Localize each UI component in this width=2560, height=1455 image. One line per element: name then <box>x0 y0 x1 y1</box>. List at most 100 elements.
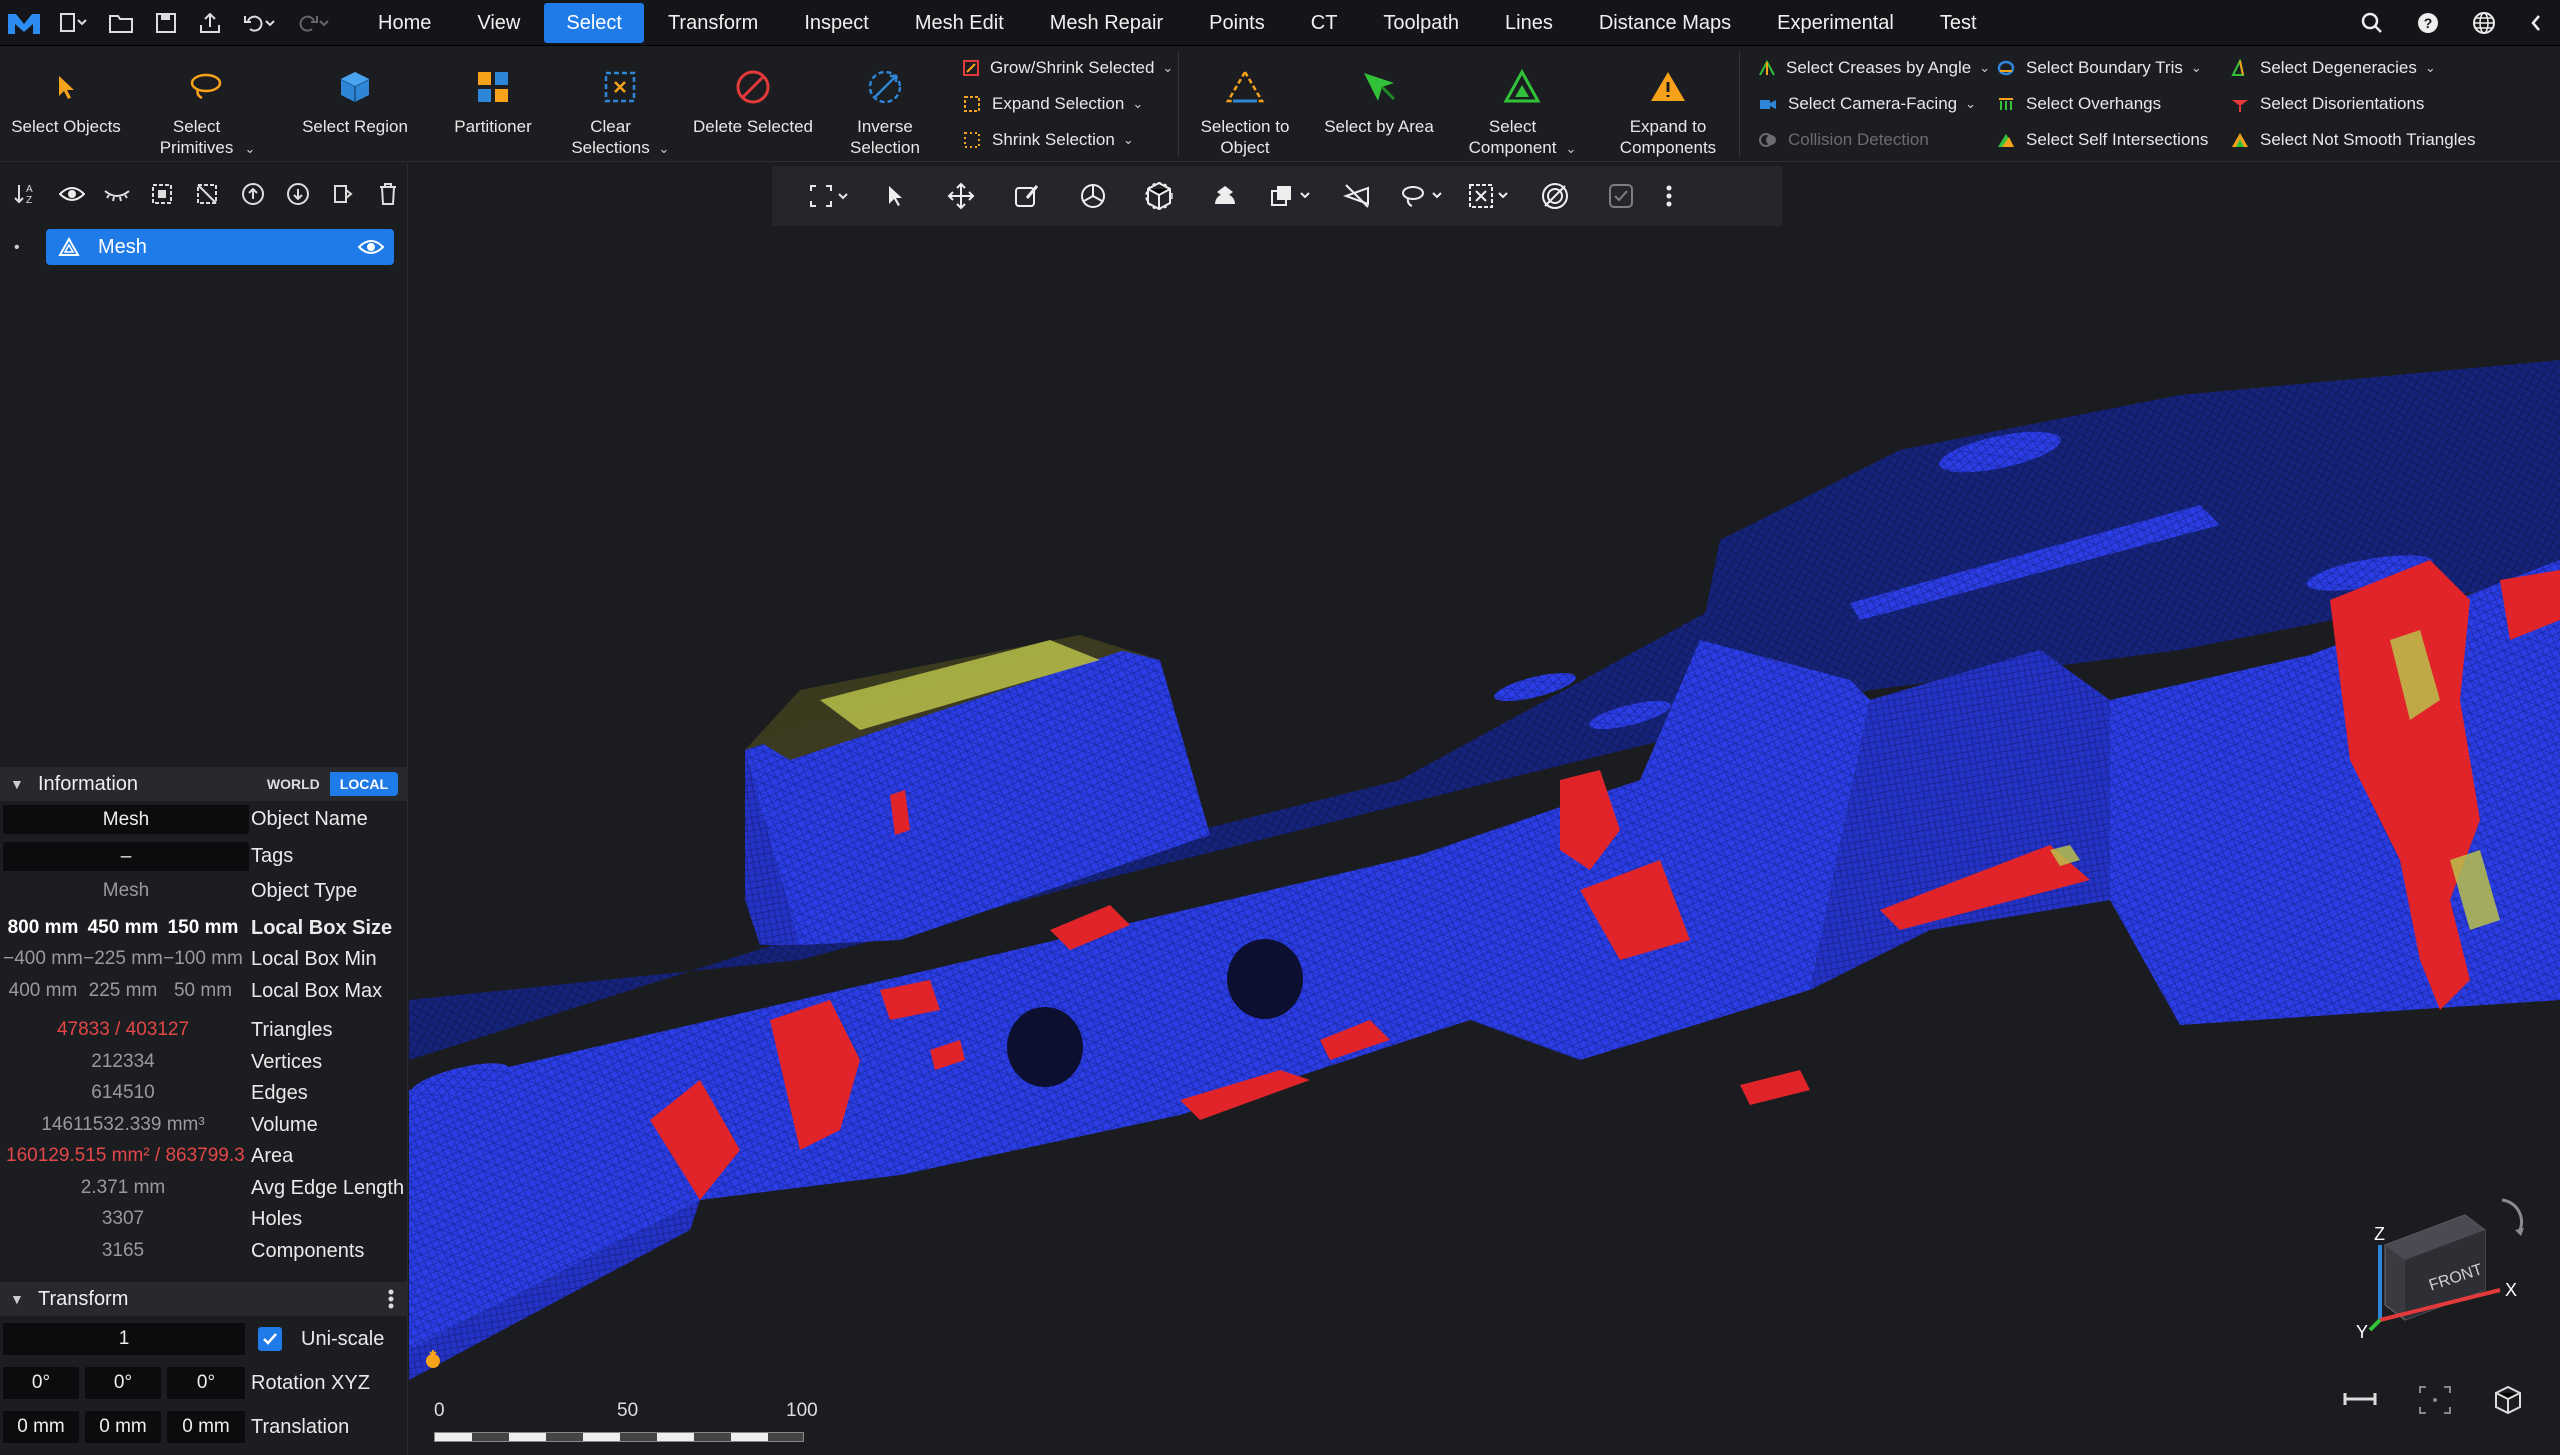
notification-bug-icon[interactable] <box>423 1348 443 1370</box>
selection-to-object-button[interactable]: Selection to Object <box>1179 46 1311 162</box>
rotation-x-input[interactable]: 0° <box>3 1367 79 1399</box>
select-cursor-icon[interactable] <box>862 166 928 226</box>
clear-selections-button[interactable]: Clear Selections ⌄ <box>556 46 684 162</box>
information-header[interactable]: ▼ Information WORLD LOCAL <box>0 767 408 801</box>
uniscale-checkbox[interactable] <box>258 1327 282 1351</box>
select-degeneracies-button[interactable]: Select Degeneracies ⌄ <box>2230 50 2484 86</box>
shrink-selection-button[interactable]: Shrink Selection ⌄ <box>962 122 1172 158</box>
tab-test[interactable]: Test <box>1918 3 1999 43</box>
box-deselect-icon[interactable] <box>1456 166 1522 226</box>
fit-view-icon[interactable] <box>796 166 862 226</box>
select-boundary-tris-button[interactable]: Select Boundary Tris ⌄ <box>1996 50 2214 86</box>
expand-to-components-button[interactable]: Expand to Components <box>1597 46 1739 162</box>
3d-viewport[interactable]: 0 50 100 <box>409 163 2560 1455</box>
tab-mesh-repair[interactable]: Mesh Repair <box>1028 3 1185 43</box>
eye-closed-icon[interactable] <box>98 175 135 213</box>
tab-lines[interactable]: Lines <box>1483 3 1575 43</box>
disorientation-icon <box>2230 94 2250 114</box>
transform-header[interactable]: ▼ Transform <box>0 1282 408 1316</box>
select-region-button[interactable]: Select Region <box>280 46 430 162</box>
world-toggle[interactable]: WORLD <box>256 772 330 796</box>
rotation-y-input[interactable]: 0° <box>85 1367 161 1399</box>
orientation-gizmo[interactable]: FRONT Z X Y <box>2350 1190 2540 1342</box>
camera-view-icon[interactable] <box>1192 166 1258 226</box>
collapse-chevron-icon[interactable] <box>2512 0 2560 46</box>
partitioner-button[interactable]: Partitioner <box>430 46 556 162</box>
tab-distance-maps[interactable]: Distance Maps <box>1577 3 1753 43</box>
trash-icon[interactable] <box>370 175 407 213</box>
tab-view[interactable]: View <box>455 3 542 43</box>
collision-detection-button[interactable]: Collision Detection <box>1758 122 1984 158</box>
translation-z-input[interactable]: 0 mm <box>167 1411 245 1443</box>
more-options-icon[interactable] <box>388 1288 394 1310</box>
select-component-button[interactable]: Select Component ⌄ <box>1447 46 1597 162</box>
select-camera-facing-button[interactable]: Select Camera-Facing ⌄ <box>1758 86 1984 122</box>
chevron-down-icon: ▼ <box>10 776 24 792</box>
delete-selected-button[interactable]: Delete Selected <box>684 46 822 162</box>
hide-faces-icon[interactable] <box>1324 166 1390 226</box>
expand-selection-button[interactable]: Expand Selection ⌄ <box>962 86 1172 122</box>
tab-toolpath[interactable]: Toolpath <box>1361 3 1481 43</box>
deselect-all-icon[interactable] <box>189 175 226 213</box>
tab-select[interactable]: Select <box>544 2 644 43</box>
translation-y-input[interactable]: 0 mm <box>85 1411 161 1443</box>
tab-inspect[interactable]: Inspect <box>782 3 890 43</box>
select-self-intersections-button[interactable]: Select Self Intersections <box>1996 122 2214 158</box>
tab-transform[interactable]: Transform <box>646 3 780 43</box>
select-objects-button[interactable]: Select Objects <box>0 46 132 162</box>
app-logo[interactable] <box>0 0 48 46</box>
save-icon[interactable] <box>144 0 188 46</box>
select-overhangs-button[interactable]: Select Overhangs <box>1996 86 2214 122</box>
move-up-icon[interactable] <box>234 175 271 213</box>
select-all-icon[interactable] <box>144 175 181 213</box>
tree-item-mesh[interactable]: Mesh <box>46 229 394 265</box>
svg-text:?: ? <box>2424 15 2433 31</box>
translation-x-input[interactable]: 0 mm <box>3 1411 79 1443</box>
local-toggle[interactable]: LOCAL <box>329 772 398 796</box>
tab-home[interactable]: Home <box>356 3 453 43</box>
globe-icon[interactable] <box>2456 0 2512 46</box>
undo-icon[interactable] <box>232 0 286 46</box>
select-disorientations-button[interactable]: Select Disorientations <box>2230 86 2484 122</box>
lasso-select-icon[interactable] <box>1390 166 1456 226</box>
select-primitives-button[interactable]: Select Primitives ⌄ <box>132 46 280 162</box>
spin-icon[interactable] <box>1126 166 1192 226</box>
rotation-z-input[interactable]: 0° <box>167 1367 245 1399</box>
visibility-eye-icon[interactable] <box>358 237 384 257</box>
rotate-icon[interactable] <box>1060 166 1126 226</box>
select-not-smooth-button[interactable]: Select Not Smooth Triangles <box>2230 122 2484 158</box>
tags-input[interactable]: – <box>3 841 249 871</box>
open-folder-icon[interactable] <box>98 0 144 46</box>
paint-select-icon[interactable] <box>994 166 1060 226</box>
move-down-icon[interactable] <box>279 175 316 213</box>
select-by-area-button[interactable]: Select by Area <box>1311 46 1447 162</box>
search-icon[interactable] <box>2344 0 2400 46</box>
redo-icon[interactable] <box>286 0 340 46</box>
mesh-render <box>409 360 2560 1380</box>
scale-input[interactable]: 1 <box>3 1323 245 1355</box>
view-cube-icon[interactable] <box>2493 1385 2523 1422</box>
confirm-checkbox-icon[interactable] <box>1588 166 1654 226</box>
components-row: 3165 Components <box>101 1239 365 1262</box>
fit-screen-icon[interactable] <box>2418 1385 2452 1422</box>
tab-experimental[interactable]: Experimental <box>1755 3 1916 43</box>
object-name-input[interactable]: Mesh <box>3 804 249 834</box>
eye-icon[interactable] <box>53 175 90 213</box>
more-icon[interactable] <box>1654 166 1684 226</box>
tab-points[interactable]: Points <box>1187 3 1287 43</box>
new-file-icon[interactable] <box>48 0 98 46</box>
help-icon[interactable]: ? <box>2400 0 2456 46</box>
ruler-icon[interactable] <box>2343 1385 2377 1416</box>
inverse-selection-button[interactable]: Inverse Selection <box>822 46 948 162</box>
move-arrows-icon[interactable] <box>928 166 994 226</box>
backface-icon[interactable] <box>1522 166 1588 226</box>
select-creases-button[interactable]: Select Creases by Angle ⌄ <box>1758 50 1990 86</box>
tab-mesh-edit[interactable]: Mesh Edit <box>893 3 1026 43</box>
chevron-down-icon: ⌄ <box>1132 96 1144 111</box>
tab-ct[interactable]: CT <box>1289 3 1360 43</box>
export-icon[interactable] <box>188 0 232 46</box>
duplicate-icon[interactable] <box>325 175 362 213</box>
projection-icon[interactable] <box>1258 166 1324 226</box>
grow-shrink-selected-button[interactable]: Grow/Shrink Selected ⌄ <box>962 50 1173 86</box>
sort-az-icon[interactable]: AZ <box>8 175 45 213</box>
